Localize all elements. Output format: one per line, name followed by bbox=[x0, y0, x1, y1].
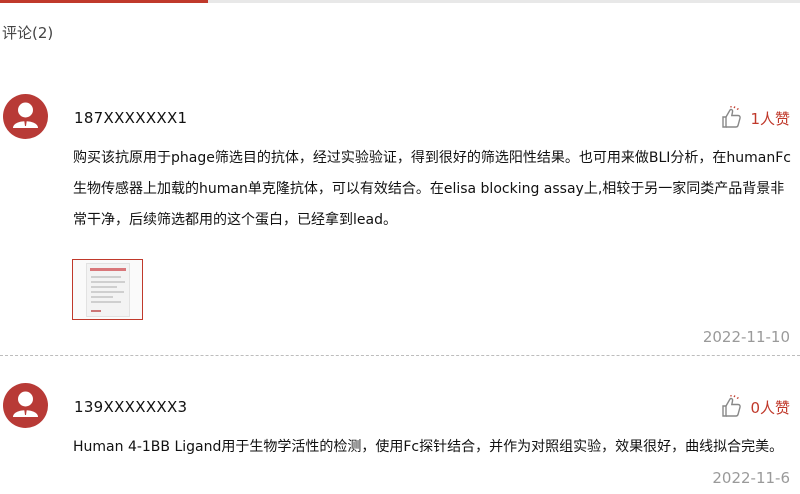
like-count: 0人赞 bbox=[750, 398, 790, 417]
comment-text: 购买该抗原用于phage筛选目的抗体，经过实验验证，得到很好的筛选阳性结果。也可… bbox=[73, 150, 791, 228]
user-avatar-icon bbox=[3, 383, 48, 428]
like-count: 1人赞 bbox=[750, 109, 790, 128]
attachment-preview bbox=[86, 263, 130, 317]
thumbs-up-icon bbox=[722, 395, 742, 417]
thumbs-up-icon bbox=[722, 106, 742, 128]
comment-text: Human 4-1BB Ligand用于生物学活性的检测，使用Fc探针结合，并作… bbox=[73, 439, 784, 455]
like-button[interactable]: 0人赞 bbox=[720, 395, 790, 419]
comment-username: 139XXXXXXX3 bbox=[74, 398, 188, 416]
active-tab-indicator bbox=[0, 0, 208, 3]
comment-date: 2022-11-10 bbox=[702, 328, 790, 346]
comments-section-title: 评论(2) bbox=[2, 24, 54, 42]
comment-username: 187XXXXXXX1 bbox=[74, 109, 188, 127]
user-avatar-icon bbox=[3, 94, 48, 139]
top-tab-rule bbox=[0, 0, 800, 3]
like-button[interactable]: 1人赞 bbox=[720, 106, 790, 130]
comment-divider bbox=[0, 355, 800, 356]
comment-attachment-image[interactable] bbox=[72, 259, 143, 320]
comment-date: 2022-11-6 bbox=[712, 469, 790, 487]
